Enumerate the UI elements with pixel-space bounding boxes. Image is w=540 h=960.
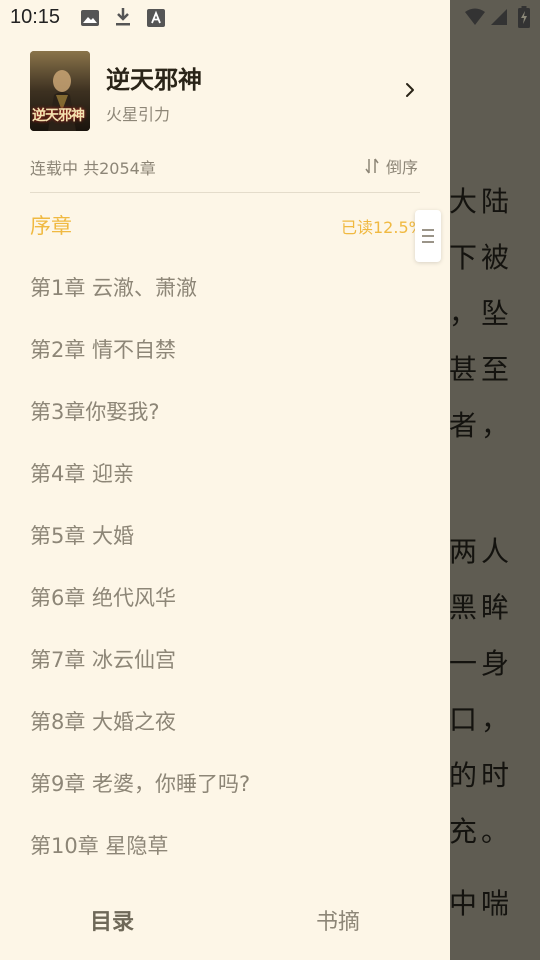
chapter-item[interactable]: 第7章 冰云仙宫 [30, 644, 176, 674]
table-of-contents-drawer: 逆天邪神 逆天邪神 火星引力 连载中 共2054章 倒序 序章 已读12.5% … [0, 0, 450, 960]
tab-excerpts[interactable]: 书摘 [316, 904, 360, 936]
sort-label: 倒序 [386, 158, 419, 177]
book-cover[interactable]: 逆天邪神 [30, 51, 90, 131]
reader-text-line: 中喘 [449, 887, 514, 920]
book-author: 火星引力 [106, 105, 171, 124]
reader-text-line: ，坠 [449, 297, 514, 330]
chapter-item[interactable]: 第1章 云澈、萧澈 [30, 272, 197, 302]
reader-text-line: 一身 [449, 647, 514, 680]
chapter-item[interactable]: 第3章你娶我? [30, 396, 160, 426]
reader-text-line: 者， [449, 409, 514, 442]
reader-text-line: 下被 [449, 241, 514, 274]
chapter-item[interactable]: 第6章 绝代风华 [30, 582, 176, 612]
book-title[interactable]: 逆天邪神 [106, 60, 202, 95]
reader-text-line: 甚至 [449, 353, 514, 386]
font-a-icon [147, 9, 165, 27]
reader-text-line: 口， [449, 703, 514, 736]
battery-charging-icon [518, 6, 530, 28]
chapter-item[interactable]: 第10章 星隐草 [30, 830, 168, 860]
drawer-tab-bar: 目录 书摘 [0, 880, 450, 960]
chevron-right-icon[interactable] [400, 80, 420, 100]
cover-title-text: 逆天邪神 [32, 108, 85, 124]
reader-text-line: 两人 [449, 535, 514, 568]
sort-icon [365, 158, 379, 174]
book-status-text: 连载中 共2054章 [30, 159, 156, 178]
sort-toggle-button[interactable]: 倒序 [364, 155, 418, 177]
chapter-item[interactable]: 第2章 情不自禁 [30, 334, 176, 364]
reader-text-line: 的时 [449, 759, 514, 792]
chapter-item[interactable]: 第5章 大婚 [30, 520, 134, 550]
chapter-item[interactable]: 第9章 老婆，你睡了吗? [30, 768, 250, 798]
read-progress: 已读12.5% [341, 218, 424, 237]
fast-scroll-handle[interactable] [415, 210, 441, 262]
divider [30, 192, 420, 193]
reader-text-line: 黑眸 [449, 591, 514, 624]
signal-icon [491, 9, 507, 25]
chapter-item-current[interactable]: 序章 [30, 210, 72, 240]
chapter-item[interactable]: 第4章 迎亲 [30, 458, 134, 488]
tab-catalog[interactable]: 目录 [90, 904, 134, 936]
wifi-icon [465, 8, 485, 25]
status-bar: 10:15 [0, 0, 540, 36]
chapter-item[interactable]: 第8章 大婚之夜 [30, 706, 176, 736]
status-time: 10:15 [10, 6, 61, 28]
image-icon [81, 10, 99, 26]
download-icon [116, 8, 130, 26]
reader-text-line: 充。 [449, 815, 514, 848]
reader-text-line: 大陆 [449, 185, 514, 218]
